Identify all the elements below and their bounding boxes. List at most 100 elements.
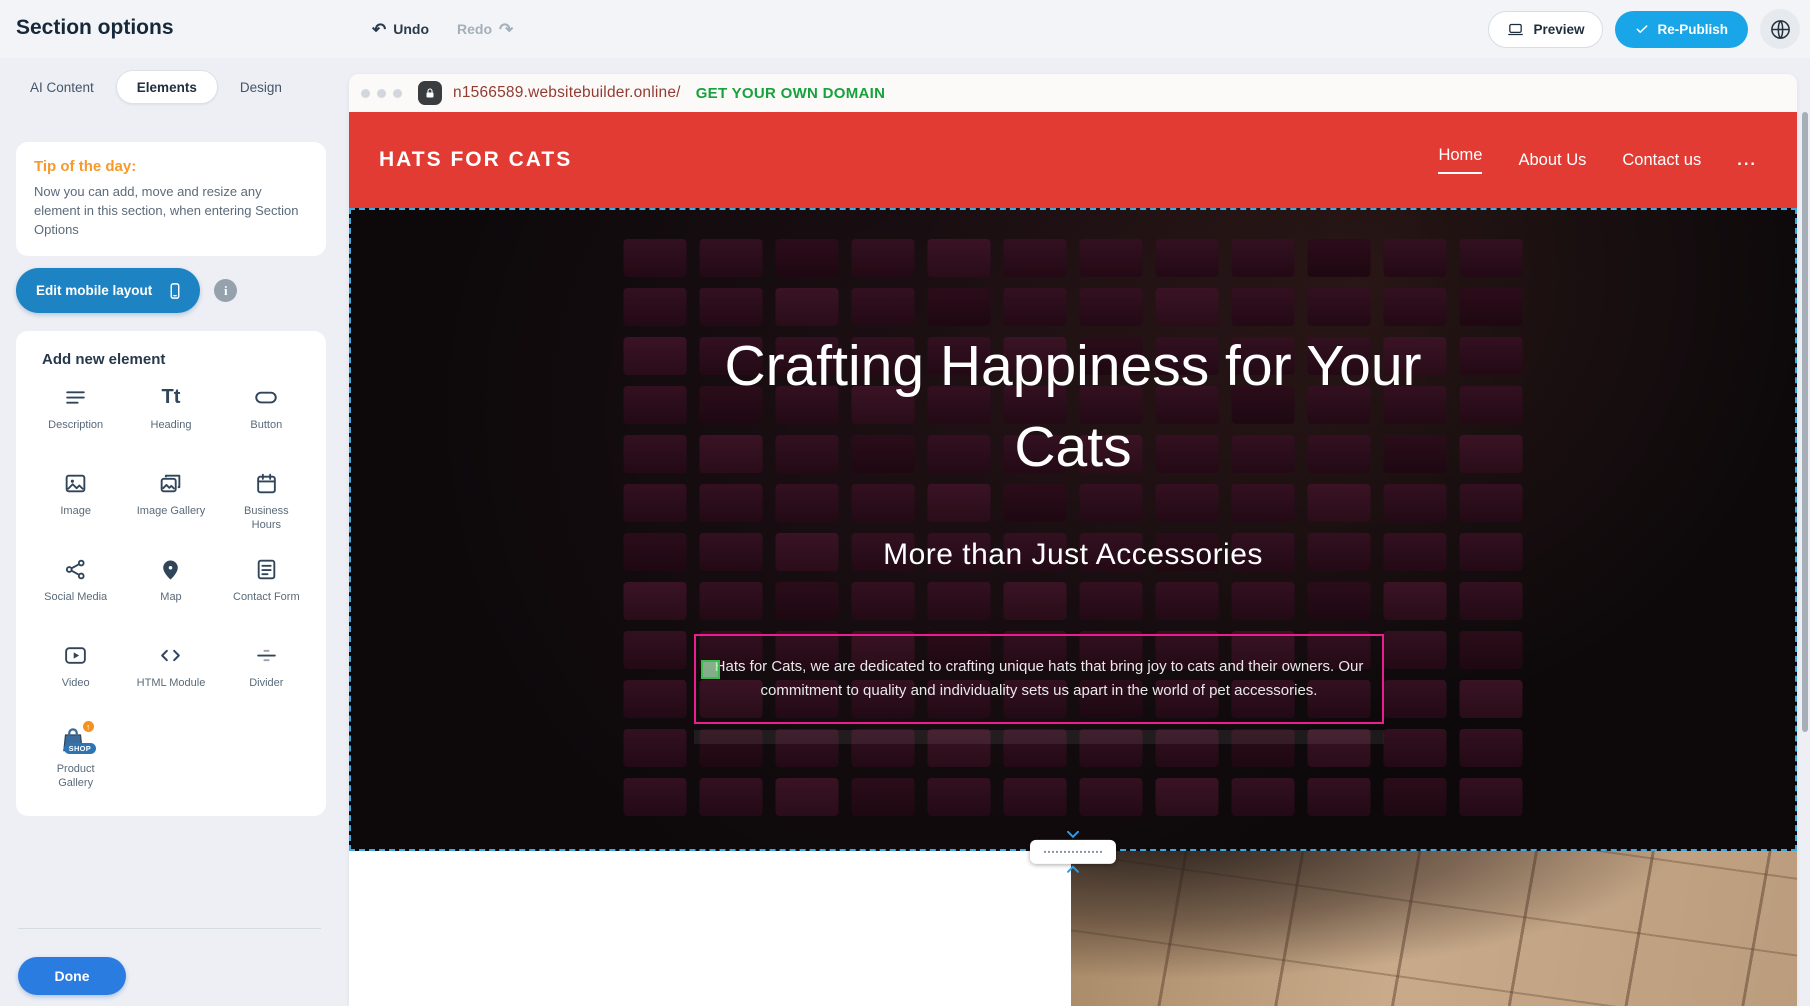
- hero-tile: [776, 239, 839, 277]
- language-button[interactable]: [1760, 9, 1800, 49]
- element-label: Product Gallery: [40, 762, 112, 791]
- info-icon[interactable]: i: [214, 279, 237, 302]
- element-item-image[interactable]: Image: [28, 468, 123, 540]
- element-item-image-gallery[interactable]: Image Gallery: [123, 468, 218, 540]
- tab-elements[interactable]: Elements: [116, 70, 218, 104]
- element-label: Map: [160, 590, 181, 604]
- video-icon: [63, 640, 88, 670]
- code-icon: [158, 640, 183, 670]
- hero-tile: [1156, 778, 1219, 816]
- hero-tile: [928, 288, 991, 326]
- hero-paragraph[interactable]: Hats for Cats, we are dedicated to craft…: [708, 655, 1370, 703]
- element-item-social-media[interactable]: Social Media: [28, 554, 123, 626]
- hero-section[interactable]: Crafting Happiness for Your Cats More th…: [349, 208, 1797, 851]
- hero-tile: [1308, 484, 1371, 522]
- element-item-button[interactable]: Button: [219, 382, 314, 454]
- element-item-html-module[interactable]: HTML Module: [123, 640, 218, 712]
- get-domain-link[interactable]: GET YOUR OWN DOMAIN: [696, 85, 886, 102]
- hero-tile: [624, 778, 687, 816]
- selected-text-element[interactable]: Hats for Cats, we are dedicated to craft…: [694, 634, 1384, 724]
- shop-bag-icon: SHOP ↑: [58, 726, 94, 756]
- hero-tile: [1384, 484, 1447, 522]
- nav-about-us[interactable]: About Us: [1518, 151, 1586, 170]
- republish-button[interactable]: Re-Publish: [1615, 11, 1748, 48]
- next-section-background: [349, 851, 1071, 1006]
- hero-tile: [1460, 337, 1523, 375]
- hero-tile: [928, 239, 991, 277]
- element-item-business-hours[interactable]: Business Hours: [219, 468, 314, 540]
- element-item-product-gallery[interactable]: SHOP ↑ Product Gallery: [28, 726, 123, 798]
- hero-tile: [852, 778, 915, 816]
- drag-handle[interactable]: [701, 660, 720, 679]
- image-icon: [63, 468, 88, 498]
- edit-mobile-layout-button[interactable]: Edit mobile layout: [16, 268, 200, 313]
- element-item-map[interactable]: Map: [123, 554, 218, 626]
- share-icon: [63, 554, 88, 584]
- nav-more[interactable]: ...: [1737, 151, 1757, 170]
- hero-tile: [852, 288, 915, 326]
- nav-contact-us[interactable]: Contact us: [1622, 151, 1701, 170]
- divider-icon: [254, 640, 279, 670]
- element-label: Divider: [249, 676, 283, 690]
- site-url[interactable]: n1566589.websitebuilder.online/: [453, 84, 681, 102]
- hero-tile: [1232, 239, 1295, 277]
- hero-tile: [624, 484, 687, 522]
- hero-tile: [1308, 288, 1371, 326]
- add-element-title: Add new element: [42, 351, 314, 368]
- hero-tile: [1004, 239, 1067, 277]
- nav-home[interactable]: Home: [1438, 146, 1482, 174]
- hero-tile: [624, 435, 687, 473]
- site-nav: Home About Us Contact us ...: [1438, 146, 1757, 174]
- hero-tile: [1384, 680, 1447, 718]
- element-label: Image Gallery: [137, 504, 205, 518]
- hero-tile: [1460, 631, 1523, 669]
- hero-title[interactable]: Crafting Happiness for Your Cats: [723, 326, 1423, 488]
- shop-badge: SHOP: [64, 743, 96, 754]
- app-root: Section options ↶ Undo Redo ↷ Preview: [0, 0, 1810, 1006]
- redo-label: Redo: [457, 21, 492, 37]
- hero-tile: [1460, 288, 1523, 326]
- hero-subtitle[interactable]: More than Just Accessories: [349, 538, 1797, 572]
- preview-button[interactable]: Preview: [1488, 11, 1603, 48]
- hero-tile: [1004, 778, 1067, 816]
- tab-ai-content[interactable]: AI Content: [22, 70, 102, 104]
- element-label: Image: [60, 504, 91, 518]
- hero-tile: [1460, 778, 1523, 816]
- hero-tile: [1384, 778, 1447, 816]
- element-item-description[interactable]: Description: [28, 382, 123, 454]
- hero-tile: [1232, 484, 1295, 522]
- redo-button[interactable]: Redo ↷: [457, 21, 513, 38]
- arrow-up-icon: [1066, 865, 1080, 873]
- upgrade-badge-icon: ↑: [81, 719, 96, 734]
- site-header: HATS FOR CATS Home About Us Contact us .…: [349, 112, 1797, 208]
- element-item-video[interactable]: Video: [28, 640, 123, 712]
- hero-tile: [1384, 631, 1447, 669]
- element-ghost-bar: [694, 730, 1384, 744]
- hero-tile: [700, 582, 763, 620]
- hero-tile: [1460, 582, 1523, 620]
- hero-tile: [624, 582, 687, 620]
- element-item-heading[interactable]: Tt Heading: [123, 382, 218, 454]
- hero-tile: [928, 778, 991, 816]
- element-label: Contact Form: [233, 590, 300, 604]
- hero-tile: [624, 386, 687, 424]
- hero-tile: [928, 582, 991, 620]
- hero-tile: [776, 484, 839, 522]
- done-button[interactable]: Done: [18, 957, 126, 995]
- hero-tile: [852, 484, 915, 522]
- undo-button[interactable]: ↶ Undo: [372, 21, 429, 38]
- element-item-contact-form[interactable]: Contact Form: [219, 554, 314, 626]
- canvas-scrollbar[interactable]: [1802, 112, 1808, 732]
- tip-title: Tip of the day:: [34, 158, 308, 175]
- hero-tile: [624, 239, 687, 277]
- element-item-divider[interactable]: Divider: [219, 640, 314, 712]
- site-logo[interactable]: HATS FOR CATS: [379, 148, 572, 172]
- tip-card: Tip of the day: Now you can add, move an…: [16, 142, 326, 256]
- next-section-preview: [349, 851, 1797, 1006]
- tab-design[interactable]: Design: [232, 70, 290, 104]
- tip-body: Now you can add, move and resize any ele…: [34, 183, 308, 240]
- section-resize-handle[interactable]: [1030, 831, 1116, 873]
- undo-label: Undo: [393, 21, 429, 37]
- hero-tile: [1308, 582, 1371, 620]
- arrow-down-icon: [1066, 831, 1080, 839]
